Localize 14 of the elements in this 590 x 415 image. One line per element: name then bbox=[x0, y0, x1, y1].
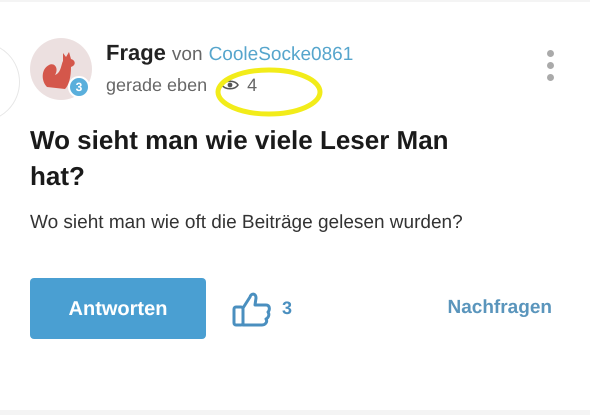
post-type: Frage bbox=[106, 39, 166, 67]
author-link[interactable]: CooleSocke0861 bbox=[208, 41, 354, 70]
question-body: Wo sieht man wie oft die Beiträge gelesen wurden? bbox=[30, 211, 464, 235]
level-badge: 3 bbox=[68, 76, 90, 98]
question-title: Wo sieht man wie viele Leser Man hat? bbox=[30, 124, 450, 193]
by-label: von bbox=[172, 43, 203, 67]
post-time: gerade eben bbox=[106, 74, 208, 97]
more-options-button[interactable] bbox=[547, 50, 554, 81]
eye-icon bbox=[221, 79, 240, 91]
answer-button[interactable]: Antworten bbox=[30, 278, 206, 339]
follow-up-link[interactable]: Nachfragen bbox=[447, 294, 552, 323]
thumbs-up-icon bbox=[232, 290, 272, 326]
view-count: 4 bbox=[247, 74, 258, 96]
like-button[interactable]: 3 bbox=[232, 290, 292, 326]
